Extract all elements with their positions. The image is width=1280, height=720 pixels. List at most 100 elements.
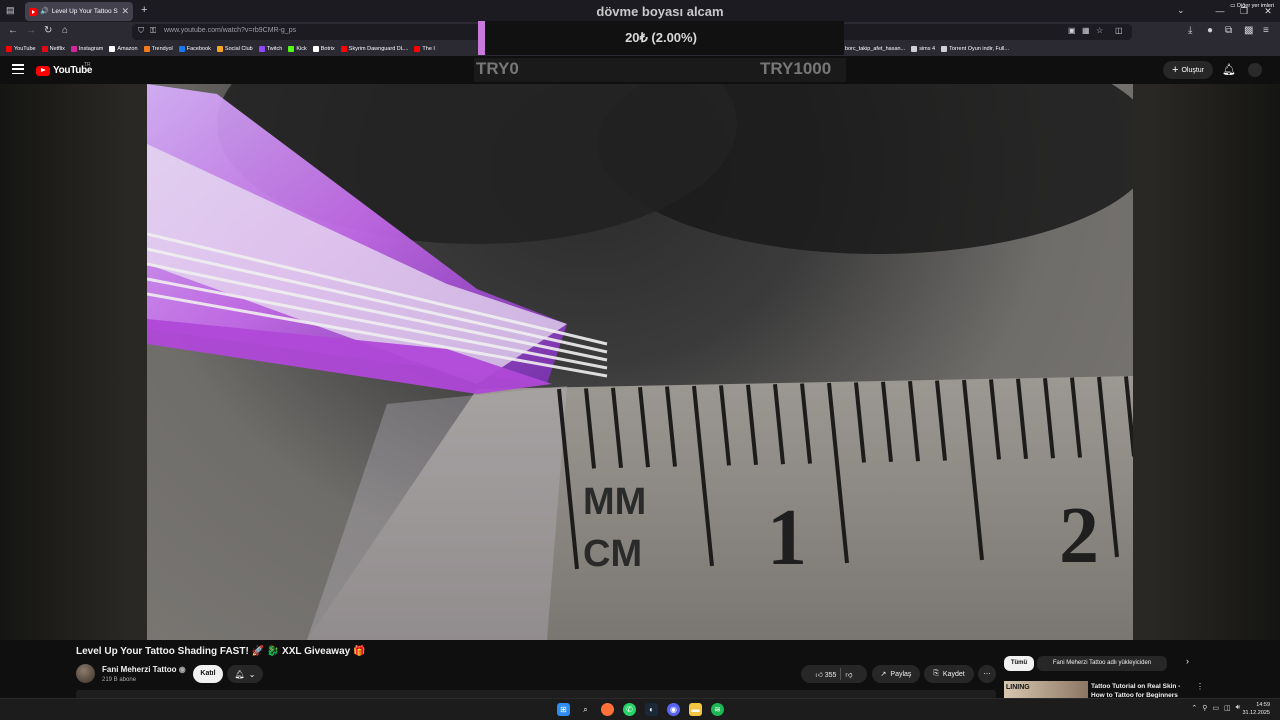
chevron-right-icon[interactable]: › — [1186, 656, 1189, 666]
back-icon[interactable]: ← — [8, 25, 18, 36]
like-dislike-group: 👍︎ 355 👎︎ — [801, 665, 867, 683]
bookmark-item[interactable]: Kick — [288, 46, 307, 52]
join-button[interactable]: Katıl — [193, 665, 223, 683]
bookmark-item[interactable]: Amazon — [109, 46, 138, 52]
bookmark-favicon-icon — [258, 46, 265, 52]
bookmark-favicon-icon — [414, 46, 421, 52]
bookmark-favicon-icon — [143, 46, 150, 52]
share-label: Paylaş — [890, 670, 912, 678]
bookmark-item[interactable]: Twitch — [258, 46, 282, 52]
lock-icon[interactable]: ⚿ — [150, 26, 156, 36]
firefox-icon[interactable] — [601, 703, 614, 716]
monitor-icon[interactable]: ▭ — [1212, 704, 1219, 712]
other-bookmarks[interactable]: ▭ Diğer yer imleri — [1230, 3, 1274, 9]
bookmark-item[interactable]: YouTube — [6, 46, 36, 52]
bookmark-item[interactable]: Skyrim Dawnguard DL... — [340, 46, 408, 52]
notifications-bell-icon[interactable]: 🔔︎ — [1222, 63, 1236, 76]
chip-from-uploader[interactable]: Fani Meherzi Tattoo adlı yükleyiciden — [1037, 656, 1167, 671]
menu-icon[interactable]: ≡ — [1263, 25, 1269, 36]
bookmark-item[interactable]: Botrix — [312, 46, 335, 52]
account-icon[interactable]: ● — [1207, 25, 1213, 36]
spotify-icon[interactable]: ≋ — [711, 703, 724, 716]
shield-icon[interactable]: ⛉ — [138, 26, 144, 36]
bookmark-item[interactable]: Facebook — [178, 46, 211, 52]
hamburger-menu-icon[interactable] — [12, 64, 24, 74]
bookmark-item[interactable]: The I — [414, 46, 435, 52]
ruler-number-1: 1 — [767, 494, 807, 582]
tray-chevron-icon[interactable]: ⌃ — [1191, 704, 1197, 712]
account-avatar[interactable] — [1248, 63, 1262, 77]
bookmark-star-icon[interactable]: ☆ — [1096, 26, 1103, 35]
bookmark-item[interactable]: Instagram — [70, 46, 103, 52]
channel-avatar[interactable] — [76, 664, 95, 683]
ruler-unit-cm: CM — [583, 533, 642, 575]
browser-tab[interactable]: 🔊 Level Up Your Tattoo Shadi... ✕ — [25, 2, 133, 21]
extension-flag-icon[interactable]: ▩ — [1244, 25, 1253, 36]
dislike-icon[interactable]: 👎︎ — [845, 670, 852, 679]
description-box[interactable] — [76, 690, 996, 698]
search-icon[interactable]: ⌕ — [579, 703, 592, 716]
more-actions-button[interactable]: ⋯ — [978, 665, 996, 683]
network-icon[interactable]: ◫ — [1224, 704, 1231, 712]
bookmark-item[interactable]: Netflix — [41, 46, 65, 52]
create-button-label: Oluştur — [1181, 66, 1204, 74]
video-player[interactable]: MM CM 1 2 — [0, 84, 1280, 640]
subscriber-count: 219 B abone — [102, 677, 137, 683]
file-explorer-icon[interactable]: ▬ — [689, 703, 702, 716]
clock[interactable]: 14:59 31.12.2025 — [1242, 701, 1270, 717]
volume-icon[interactable]: 🔊︎ — [1236, 704, 1240, 712]
video-frame[interactable]: MM CM 1 2 — [147, 84, 1133, 640]
downloads-icon[interactable]: ⤓ — [1188, 25, 1192, 36]
new-tab-icon[interactable]: + — [141, 5, 147, 16]
bookmark-item[interactable]: sims 4 — [911, 46, 935, 52]
tray-app-icon[interactable]: ⚲ — [1202, 704, 1207, 712]
recommended-video-thumbnail[interactable]: LINING — [1004, 681, 1088, 699]
reload-icon[interactable]: ↻ — [44, 25, 52, 36]
clock-time: 14:59 — [1256, 702, 1270, 708]
forward-icon[interactable]: → — [26, 25, 36, 36]
thumbnail-text: LINING — [1006, 684, 1030, 691]
bookmark-item[interactable]: borc_takip_afet_hasan... — [836, 46, 905, 52]
bookmark-item[interactable]: Trendyol — [143, 46, 173, 52]
chip-all[interactable]: Tümü — [1004, 656, 1034, 671]
tab-list-icon[interactable]: ▤ — [6, 6, 15, 15]
reader-icon[interactable]: ▣ — [1068, 26, 1076, 35]
steam-icon[interactable]: ◐ — [645, 703, 658, 716]
bookmark-favicon-icon — [216, 46, 223, 52]
close-tab-icon[interactable]: ✕ — [121, 7, 129, 16]
video-scene: MM CM 1 2 — [147, 84, 1133, 640]
windows-start-icon[interactable]: ⊞ — [557, 703, 570, 716]
url-text[interactable]: www.youtube.com/watch?v=rb9CMR-g_ps — [164, 27, 296, 34]
save-button[interactable]: ⎘ Kaydet — [924, 665, 974, 683]
home-icon[interactable]: ⌂ — [62, 25, 68, 36]
screenshot-icon[interactable]: ◫ — [1115, 26, 1123, 35]
create-button[interactable]: + Oluştur — [1163, 61, 1213, 79]
extensions-icon[interactable]: ⧉ — [1225, 25, 1232, 36]
other-bookmarks-label: Diğer yer imleri — [1237, 3, 1274, 9]
system-tray: ⌃ ⚲ ▭ ◫ 🔊︎ — [1191, 704, 1240, 712]
subscription-bell-button[interactable]: 🔔︎ ⌄ — [227, 665, 263, 683]
speaker-icon[interactable]: 🔊 — [40, 8, 49, 15]
bookmark-label: Trendyol — [151, 46, 173, 52]
recommended-video-title[interactable]: Tattoo Tutorial on Real Skin - How to Ta… — [1091, 682, 1191, 698]
whatsapp-icon[interactable]: ✆ — [623, 703, 636, 716]
bookmark-favicon-icon — [109, 46, 116, 52]
bookmark-item[interactable]: Social Club — [216, 46, 253, 52]
share-button[interactable]: ↗ Paylaş — [872, 665, 920, 683]
channel-name[interactable]: Fani Meherzi Tattoo ◉ — [102, 665, 186, 674]
plus-icon: + — [1172, 63, 1179, 76]
bookmark-item[interactable]: Torrent Oyun indir, Full... — [941, 46, 1009, 52]
tab-overflow-chevron-icon[interactable]: ⌄ — [1177, 6, 1185, 15]
vertical-dots-icon[interactable]: ⋮ — [1196, 682, 1204, 691]
translate-icon[interactable]: ▦ — [1082, 26, 1090, 35]
chevron-down-icon: ⌄ — [248, 669, 256, 679]
bookmark-label: Botrix — [320, 46, 335, 52]
video-title: Level Up Your Tattoo Shading FAST! 🚀 🐉 X… — [76, 646, 366, 657]
bookmark-favicon-icon — [288, 46, 295, 52]
bookmark-favicon-icon — [178, 46, 185, 52]
goal-start-label: TRY0 — [476, 59, 519, 78]
like-button[interactable]: 👍︎ 355 — [815, 670, 836, 679]
minimize-icon[interactable]: — — [1208, 0, 1232, 22]
discord-icon[interactable]: ◉ — [667, 703, 680, 716]
ruler-transparent-edge — [307, 386, 567, 640]
